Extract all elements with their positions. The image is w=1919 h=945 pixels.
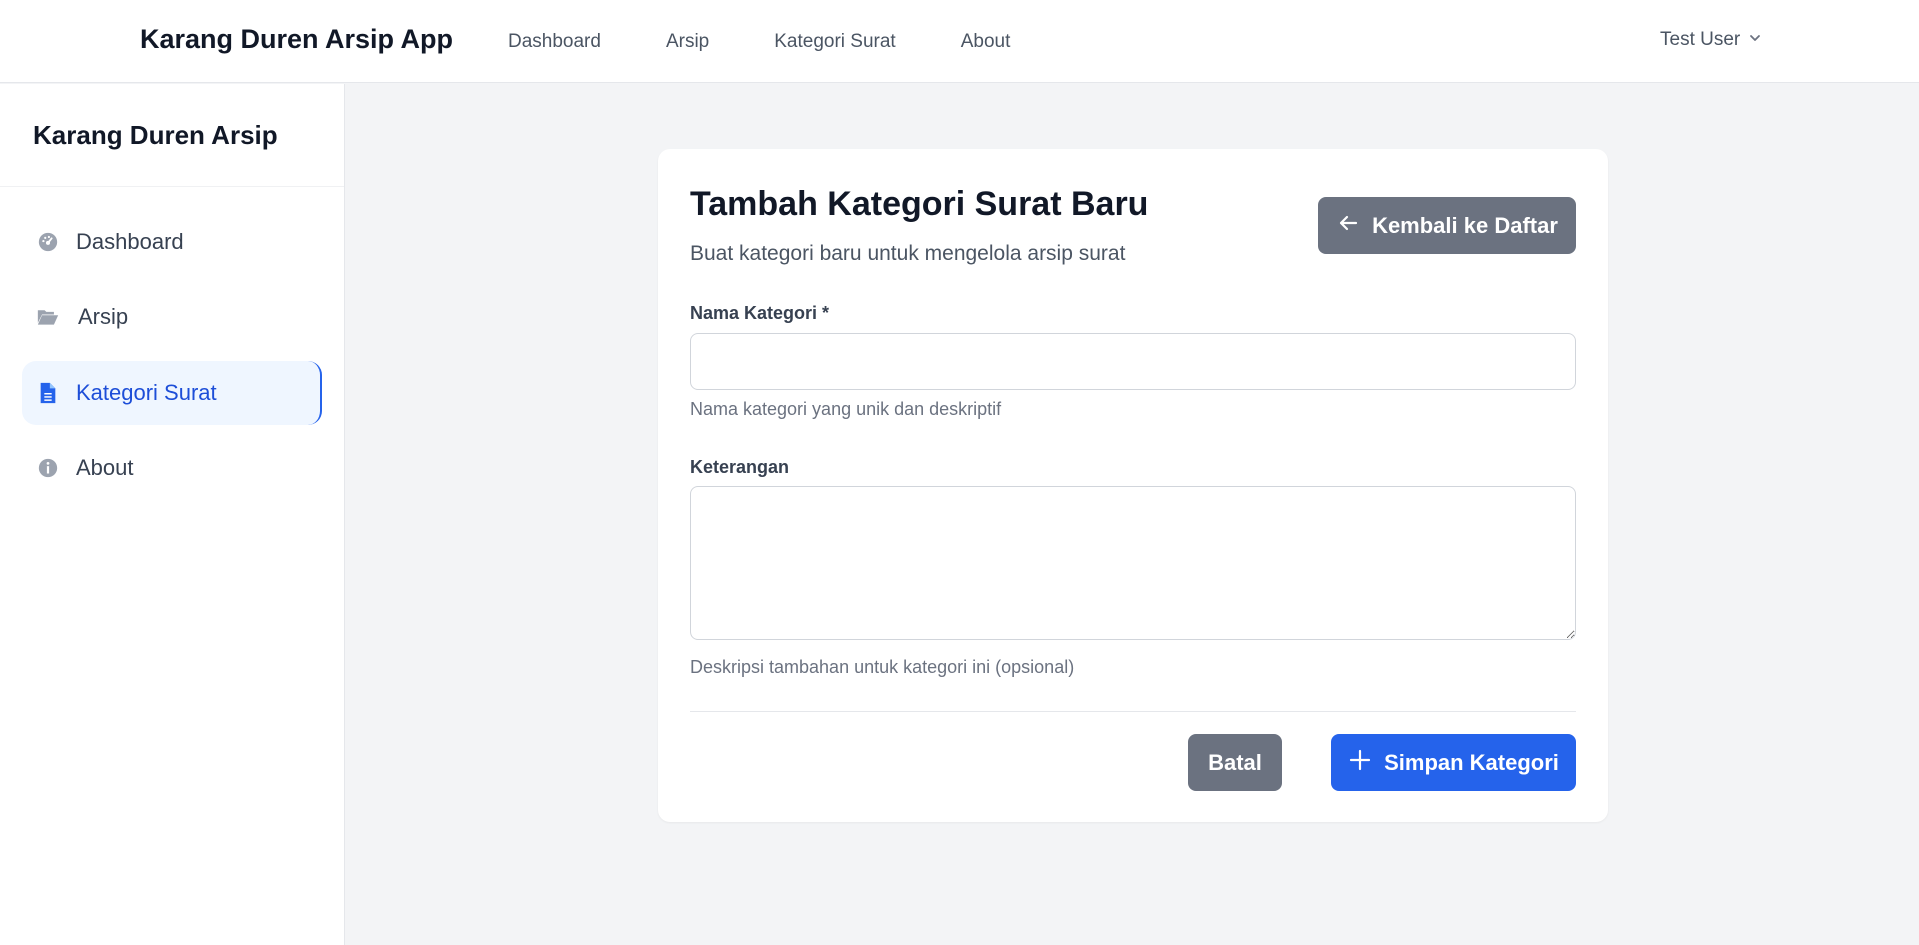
back-to-list-button[interactable]: Kembali ke Daftar [1318, 197, 1576, 254]
add-category-card: Tambah Kategori Surat Baru Buat kategori… [658, 149, 1608, 822]
sidebar-item-label: Dashboard [76, 229, 184, 254]
sidebar-item-label: Kategori Surat [76, 380, 217, 405]
sidebar-item-label: Arsip [78, 304, 129, 329]
nav-link-dashboard[interactable]: Dashboard [508, 31, 601, 53]
category-name-input[interactable] [690, 333, 1576, 390]
file-icon [36, 381, 60, 405]
arrow-left-icon [1336, 211, 1360, 241]
category-name-label: Nama Kategori * [690, 303, 830, 323]
app-brand[interactable]: Karang Duren Arsip App [140, 24, 453, 55]
page-subtitle: Buat kategori baru untuk mengelola arsip… [690, 242, 1126, 265]
sidebar-item-label: About [76, 455, 134, 480]
form-divider [690, 711, 1576, 712]
description-help: Deskripsi tambahan untuk kategori ini (o… [690, 657, 1075, 677]
sidebar: Karang Duren Arsip Dashboard Arsip Kateg… [0, 84, 345, 945]
nav-link-about[interactable]: About [961, 31, 1011, 53]
cancel-button[interactable]: Batal [1188, 734, 1282, 791]
user-menu[interactable]: Test User [1660, 29, 1762, 51]
gauge-icon [36, 230, 60, 254]
back-button-label: Kembali ke Daftar [1372, 212, 1558, 238]
plus-icon [1348, 748, 1372, 778]
save-category-button[interactable]: Simpan Kategori [1331, 734, 1576, 791]
info-icon [36, 456, 60, 480]
chevron-down-icon [1748, 29, 1762, 51]
save-button-label: Simpan Kategori [1384, 749, 1559, 775]
nav-link-kategori-surat[interactable]: Kategori Surat [774, 31, 895, 53]
category-name-help: Nama kategori yang unik dan deskriptif [690, 399, 1002, 419]
page-title: Tambah Kategori Surat Baru [690, 185, 1149, 223]
user-name: Test User [1660, 29, 1741, 50]
sidebar-item-kategori-surat[interactable]: Kategori Surat [22, 361, 322, 425]
description-label: Keterangan [690, 457, 790, 477]
sidebar-item-arsip[interactable]: Arsip [22, 285, 322, 349]
description-textarea[interactable] [690, 486, 1576, 640]
sidebar-item-dashboard[interactable]: Dashboard [22, 210, 322, 274]
sidebar-item-about[interactable]: About [22, 436, 322, 500]
sidebar-title: Karang Duren Arsip [0, 84, 344, 187]
top-navbar: Karang Duren Arsip App Dashboard Arsip K… [0, 0, 1919, 83]
folder-open-icon [36, 305, 60, 329]
top-nav: Dashboard Arsip Kategori Surat About [508, 31, 1075, 53]
nav-link-arsip[interactable]: Arsip [666, 31, 709, 53]
